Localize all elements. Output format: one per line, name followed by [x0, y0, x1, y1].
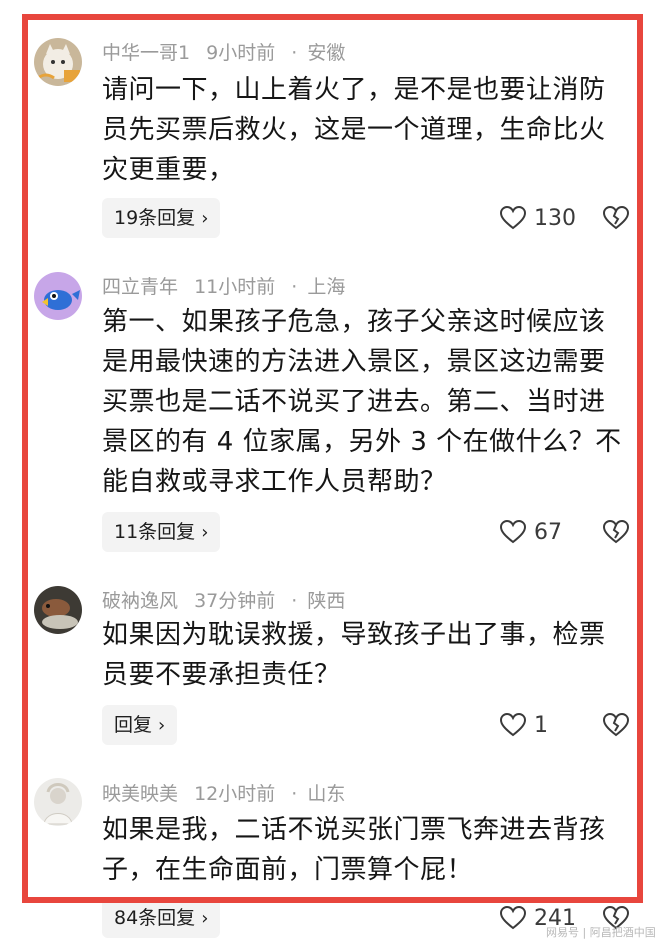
avatar[interactable] [34, 272, 82, 320]
comment-line: 第一、如果孩子危急，孩子父亲这时候应该 [102, 307, 606, 337]
location: 山东 [307, 783, 346, 805]
dislike-button[interactable] [603, 512, 629, 552]
dislike-button[interactable] [603, 198, 629, 238]
comment-text: 如果是我，二话不说买张门票飞奔进去背孩 子，在生命面前，门票算个屁！ [102, 810, 632, 890]
view-replies-button[interactable]: 84条回复 › [102, 898, 221, 938]
watermark: 网易号 | 阿昌把酒中国 [546, 926, 656, 939]
like-button[interactable]: 130 [500, 198, 576, 238]
chevron-right-icon: › [201, 908, 209, 929]
comment-line: 灾更重要， [102, 155, 235, 185]
comment-line: 如果因为耽误救援，导致孩子出了事，检票 [102, 620, 606, 650]
comment-text: 第一、如果孩子危急，孩子父亲这时候应该 是用最快速的方法进入景区，景区这边需要 … [102, 302, 632, 502]
reply-count-label: 19条回复 [114, 207, 196, 229]
username[interactable]: 四立青年 [102, 276, 178, 298]
chevron-right-icon: › [201, 208, 209, 229]
like-count: 1 [534, 712, 548, 738]
username[interactable]: 映美映美 [102, 783, 178, 805]
reply-count-label: 11条回复 [114, 521, 196, 543]
comment-text: 请问一下，山上着火了，是不是也要让消防 员先买票后救火，这是一个道理，生命比火 … [102, 70, 632, 190]
comment-meta: 四立青年 11小时前 · 上海 [102, 272, 355, 299]
comment-line: 买票也是二话不说买了进去。第二、当时进 [102, 387, 606, 417]
view-replies-button[interactable]: 11条回复 › [102, 512, 221, 552]
location: 上海 [307, 276, 346, 298]
cat-avatar-icon [34, 38, 82, 86]
heart-icon [500, 713, 526, 737]
broken-heart-icon [603, 713, 629, 737]
reply-label: 回复 [114, 714, 153, 736]
comment-line: 能自救或寻求工作人员帮助？ [102, 467, 447, 497]
separator: · [291, 783, 298, 805]
comment-meta: 破衲逸风 37分钟前 · 陕西 [102, 586, 355, 613]
heart-icon [500, 906, 526, 930]
separator: · [291, 276, 298, 298]
like-count: 130 [534, 205, 576, 231]
separator: · [291, 590, 298, 612]
timestamp: 37分钟前 [194, 590, 276, 612]
comment-line: 请问一下，山上着火了，是不是也要让消防 [102, 75, 606, 105]
separator: · [291, 42, 298, 64]
chevron-right-icon: › [158, 715, 166, 736]
chevron-right-icon: › [201, 522, 209, 543]
location: 陕西 [307, 590, 346, 612]
heart-icon [500, 206, 526, 230]
like-button[interactable]: 1 [500, 705, 548, 745]
view-replies-button[interactable]: 19条回复 › [102, 198, 221, 238]
comment-line: 如果是我，二话不说买张门票飞奔进去背孩 [102, 815, 606, 845]
broken-heart-icon [603, 520, 629, 544]
timestamp: 12小时前 [194, 783, 276, 805]
broken-heart-icon [603, 206, 629, 230]
comment-text: 如果因为耽误救援，导致孩子出了事，检票 员要不要承担责任？ [102, 615, 632, 695]
heart-icon [500, 520, 526, 544]
person-avatar-icon [34, 778, 82, 826]
location: 安徽 [307, 42, 346, 64]
animal-photo-avatar-icon [34, 586, 82, 634]
reply-button[interactable]: 回复 › [102, 705, 178, 745]
comment-meta: 中华一哥1 9小时前 · 安徽 [102, 38, 355, 65]
timestamp: 9小时前 [206, 42, 276, 64]
comment-line: 景区的有 4 位家属，另外 3 个在做什么？不 [102, 427, 622, 457]
dislike-button[interactable] [603, 705, 629, 745]
avatar[interactable] [34, 778, 82, 826]
comment-line: 子，在生命面前，门票算个屁！ [102, 855, 474, 885]
reply-count-label: 84条回复 [114, 907, 196, 929]
comment-line: 员先买票后救火，这是一个道理，生命比火 [102, 115, 606, 145]
avatar[interactable] [34, 586, 82, 634]
like-button[interactable]: 67 [500, 512, 562, 552]
comment-line: 员要不要承担责任？ [102, 660, 341, 690]
cartoon-bird-avatar-icon [34, 272, 82, 320]
avatar[interactable] [34, 38, 82, 86]
comment-page: 中华一哥1 9小时前 · 安徽 请问一下，山上着火了，是不是也要让消防 员先买票… [0, 0, 660, 943]
timestamp: 11小时前 [194, 276, 276, 298]
username[interactable]: 破衲逸风 [102, 590, 178, 612]
comment-meta: 映美映美 12小时前 · 山东 [102, 779, 355, 806]
username[interactable]: 中华一哥1 [102, 42, 190, 64]
like-count: 67 [534, 519, 562, 545]
comment-line: 是用最快速的方法进入景区，景区这边需要 [102, 347, 606, 377]
